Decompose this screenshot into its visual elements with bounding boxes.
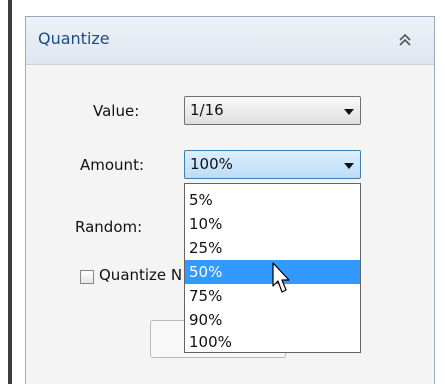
value-select-value: 1/16	[190, 101, 224, 119]
amount-select[interactable]: 100%	[184, 150, 361, 179]
dropdown-option-25[interactable]: 25%	[185, 236, 360, 260]
amount-label: Amount:	[80, 156, 144, 174]
splitter-bar[interactable]	[8, 0, 12, 384]
value-select[interactable]: 1/16	[184, 96, 361, 125]
amount-select-value: 100%	[190, 155, 233, 173]
panel-title: Quantize	[38, 29, 110, 48]
dropdown-option-100[interactable]: 100%	[185, 330, 360, 354]
dropdown-arrow-icon	[344, 109, 354, 115]
quantize-checkbox[interactable]	[80, 270, 94, 284]
double-chevron-up-icon[interactable]	[398, 32, 412, 48]
dropdown-option-90[interactable]: 90%	[185, 308, 360, 332]
mouse-pointer-icon	[272, 262, 290, 293]
quantize-checkbox-label[interactable]: Quantize N	[99, 266, 182, 284]
random-label: Random:	[75, 218, 143, 236]
value-label: Value:	[93, 102, 140, 120]
dropdown-option-10[interactable]: 10%	[185, 212, 360, 236]
dropdown-option-5[interactable]: 5%	[185, 188, 360, 212]
panel-header[interactable]: Quantize	[26, 17, 434, 65]
dropdown-arrow-icon	[344, 163, 354, 169]
